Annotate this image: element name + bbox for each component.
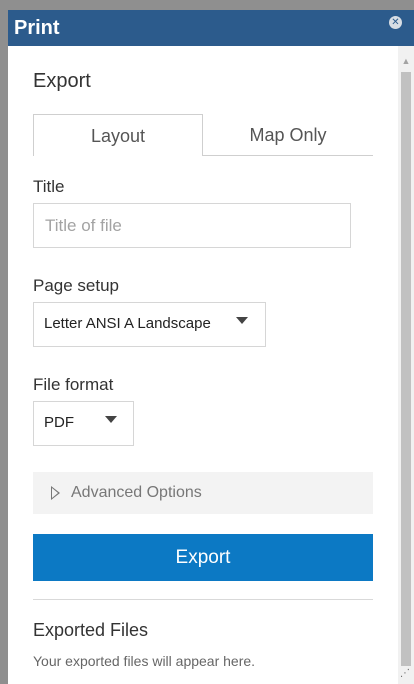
close-icon[interactable]: ✕ bbox=[389, 16, 402, 29]
export-button[interactable]: Export bbox=[33, 534, 373, 581]
page-setup-label: Page setup bbox=[33, 276, 120, 295]
tab-map-only[interactable]: Map Only bbox=[203, 114, 373, 156]
chevron-down-icon bbox=[105, 416, 117, 423]
print-window: Print ✕ Export Layout Map Only Title Pag… bbox=[0, 0, 414, 684]
page-setup-value: Letter ANSI A Landscape bbox=[44, 315, 211, 332]
chevron-down-icon bbox=[236, 317, 248, 324]
divider bbox=[33, 599, 373, 600]
expand-triangle-icon bbox=[51, 486, 60, 500]
file-format-select[interactable]: PDF bbox=[33, 401, 134, 446]
window-title: Print bbox=[14, 17, 60, 39]
title-field-label: Title bbox=[33, 177, 65, 196]
export-tabs: Layout Map Only bbox=[33, 114, 373, 156]
export-heading: Export bbox=[33, 70, 91, 92]
advanced-options-toggle[interactable]: Advanced Options bbox=[33, 472, 373, 514]
resize-grip-icon[interactable]: ⋰ bbox=[400, 668, 412, 680]
print-panel: Export Layout Map Only Title Page setup … bbox=[8, 46, 398, 684]
window-titlebar[interactable]: Print ✕ bbox=[8, 10, 414, 46]
scroll-thumb[interactable] bbox=[401, 72, 411, 666]
advanced-options-label: Advanced Options bbox=[71, 484, 202, 501]
page-setup-select[interactable]: Letter ANSI A Landscape bbox=[33, 302, 266, 347]
vertical-scrollbar[interactable]: ▲ bbox=[398, 46, 414, 684]
tab-layout[interactable]: Layout bbox=[33, 114, 203, 156]
file-format-value: PDF bbox=[44, 414, 74, 431]
file-format-label: File format bbox=[33, 375, 114, 394]
scroll-up-icon[interactable]: ▲ bbox=[398, 54, 414, 68]
title-input[interactable] bbox=[33, 203, 351, 248]
exported-files-note: Your exported files will appear here. bbox=[33, 653, 256, 669]
exported-files-heading: Exported Files bbox=[33, 620, 149, 640]
